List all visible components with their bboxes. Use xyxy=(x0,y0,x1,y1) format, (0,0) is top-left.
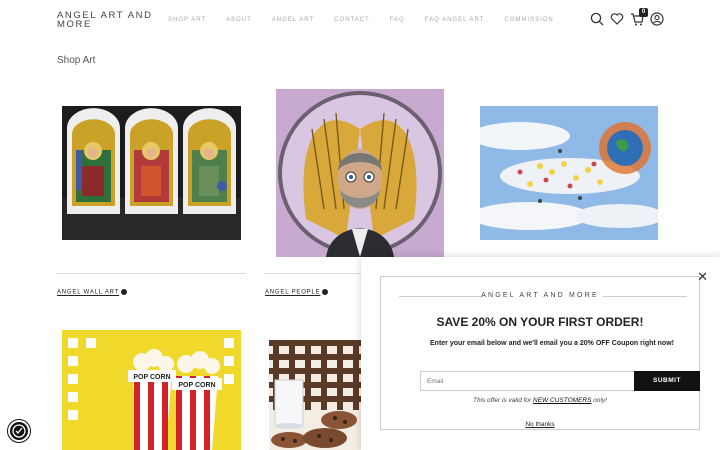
svg-text:POP CORN: POP CORN xyxy=(133,374,170,381)
product-image-sky-angels[interactable] xyxy=(480,106,658,240)
nav-contact[interactable]: CONTACT xyxy=(334,17,370,23)
discount-popup: ANGEL ART AND MORE SAVE 20% ON YOUR FIRS… xyxy=(361,257,720,450)
offer-disclaimer: This offer is valid for NEW CUSTOMERS on… xyxy=(381,397,699,404)
product-image-cookies[interactable] xyxy=(269,340,361,450)
popup-frame: ANGEL ART AND MORE SAVE 20% ON YOUR FIRS… xyxy=(380,276,700,430)
popup-headline: SAVE 20% ON YOUR FIRST ORDER! xyxy=(436,315,644,329)
close-icon[interactable]: ✕ xyxy=(697,270,708,283)
nav-angel-art[interactable]: ANGEL ART xyxy=(272,17,314,23)
disclaimer-prefix: This offer is valid for xyxy=(473,397,534,404)
page-title: Shop Art xyxy=(57,55,96,66)
new-customers-link: NEW CUSTOMERS xyxy=(533,397,592,404)
heart-icon[interactable] xyxy=(610,12,624,26)
email-field[interactable] xyxy=(420,371,635,391)
account-icon[interactable] xyxy=(650,12,664,26)
product-divider xyxy=(57,273,246,274)
nav-about[interactable]: ABOUT xyxy=(226,17,252,23)
cart-count-badge: 0 xyxy=(639,8,648,17)
product-label-angel-wall-art[interactable]: ANGEL WALL ART xyxy=(57,289,128,296)
site-logo[interactable]: ANGEL ART AND MORE xyxy=(57,11,167,30)
product-image-angel-people[interactable] xyxy=(276,89,444,257)
no-thanks-link[interactable]: No thanks xyxy=(381,421,699,428)
product-label-angel-people[interactable]: ANGEL PEOPLE xyxy=(265,289,329,296)
nav-commission[interactable]: COMMISSION xyxy=(504,17,553,23)
product-image-angel-wall-art[interactable] xyxy=(62,106,241,240)
search-icon[interactable] xyxy=(590,12,604,26)
arrow-icon xyxy=(322,289,329,295)
main-nav: SHOP ART ABOUT ANGEL ART CONTACT FAQ FAQ… xyxy=(168,17,574,23)
nav-faq-angel-art[interactable]: FAQ ANGEL ART xyxy=(425,17,485,23)
brand-line-right xyxy=(603,296,687,297)
nav-shop-art[interactable]: SHOP ART xyxy=(168,17,206,23)
product-divider xyxy=(265,273,361,274)
cart-icon[interactable]: 0 xyxy=(630,8,648,26)
svg-text:POP CORN: POP CORN xyxy=(178,382,215,389)
arrow-icon xyxy=(121,289,128,295)
product-label-text[interactable]: ANGEL PEOPLE xyxy=(265,290,320,296)
product-label-text[interactable]: ANGEL WALL ART xyxy=(57,290,119,296)
disclaimer-suffix: only! xyxy=(591,397,607,404)
submit-button[interactable]: SUBMIT xyxy=(634,371,700,391)
product-image-popcorn[interactable]: POP CORN POP CORN xyxy=(62,330,241,450)
accessibility-icon[interactable] xyxy=(8,420,30,442)
header-icons: 0 xyxy=(590,8,664,26)
nav-faq[interactable]: FAQ xyxy=(390,17,405,23)
popup-subtext: Enter your email below and we'll email y… xyxy=(430,340,674,347)
